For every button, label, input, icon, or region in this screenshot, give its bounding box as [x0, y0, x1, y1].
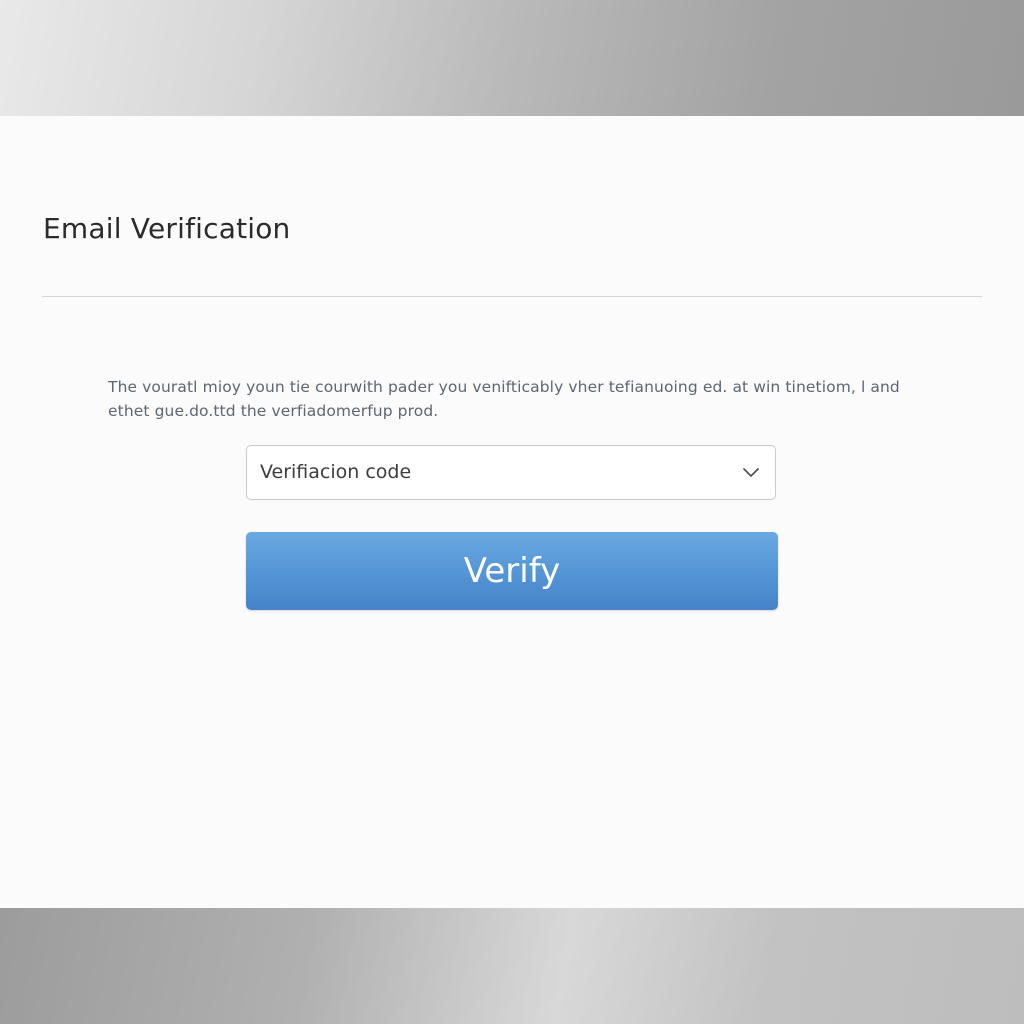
verification-code-select-value: Verifiacion code: [260, 461, 412, 483]
verify-button[interactable]: Verify: [246, 532, 778, 610]
chevron-down-icon: [743, 468, 759, 477]
title-divider: [42, 296, 982, 297]
top-backdrop-band: [0, 0, 1024, 116]
instructions-text: The vouratl mioy youn tie courwith pader…: [108, 378, 900, 420]
verification-panel: Email Verification The vouratl mioy youn…: [0, 116, 1024, 908]
bottom-backdrop-band: [0, 908, 1024, 1024]
verification-code-select[interactable]: Verifiacion code: [246, 445, 776, 500]
page-title: Email Verification: [43, 212, 291, 245]
